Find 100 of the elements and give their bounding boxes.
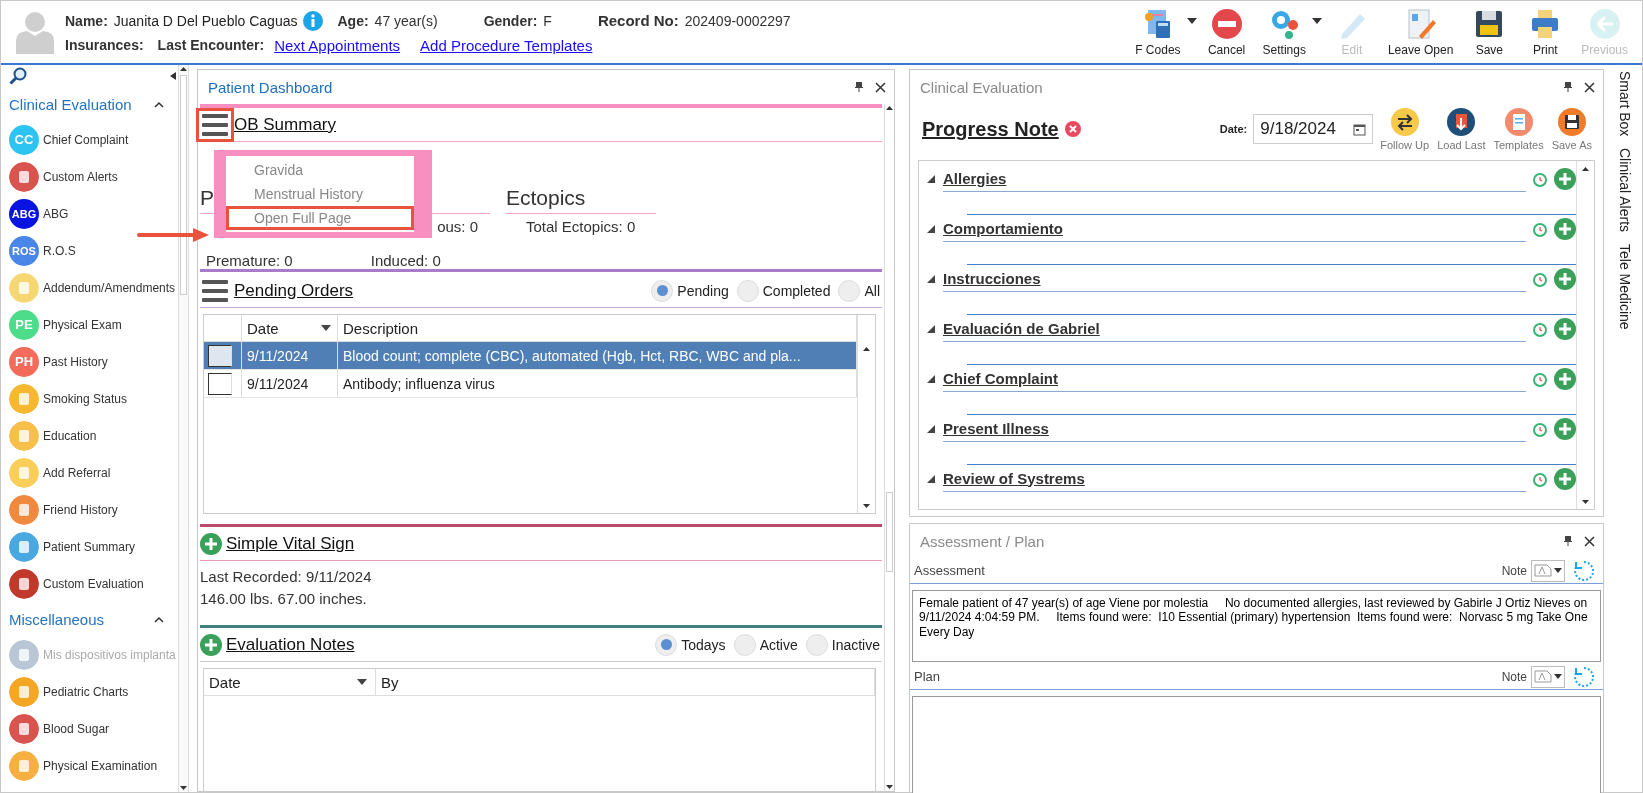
expand-triangle-icon[interactable] [927, 374, 935, 383]
section-title[interactable]: Evaluación de Gabriel [943, 315, 1526, 342]
radio-option[interactable]: Inactive [803, 633, 882, 656]
alarm-clock-icon[interactable] [1532, 470, 1548, 487]
action-button[interactable]: Templates [1490, 107, 1547, 151]
add-icon[interactable] [1554, 267, 1576, 290]
pin-icon[interactable] [1564, 82, 1572, 92]
scroll-thumb[interactable] [886, 492, 893, 572]
side-tab[interactable]: Smart Box [1617, 71, 1633, 137]
sidebar-item[interactable]: Addendum/Amendments [9, 269, 178, 306]
menu-icon[interactable] [200, 277, 230, 304]
section-title[interactable]: Present Illness [943, 415, 1526, 442]
sidebar-item[interactable]: Blood Sugar [9, 710, 178, 747]
action-button[interactable]: Follow Up [1377, 107, 1433, 151]
search-icon[interactable] [9, 67, 27, 85]
sidebar-item[interactable]: CC Chief Complaint [9, 121, 178, 158]
sidebar-item[interactable]: Education [9, 417, 178, 454]
sidebar-item[interactable]: PE Physical Exam [9, 306, 178, 343]
pin-icon[interactable] [855, 82, 863, 92]
sidebar-item[interactable]: Friend History [9, 491, 178, 528]
scroll-up-icon[interactable] [179, 65, 188, 74]
sidebar-item[interactable]: Pediatric Charts [9, 673, 178, 710]
scroll-down-icon[interactable] [885, 782, 894, 791]
action-button[interactable]: Load Last [1434, 107, 1489, 151]
expand-triangle-icon[interactable] [927, 474, 935, 483]
toolbar-button[interactable]: Leave Open [1381, 7, 1460, 57]
chevron-icon[interactable] [154, 100, 164, 108]
text-area[interactable]: Female patient of 47 year(s) of age Viene por molestia No documented allergies, last reviewed by Gabirle J Ortiz Nieves on 9/11/2024 4:04:59 PM. Items found were: I10 Essential (primary) hypertension Items found were: Norvasc 5 mg Take One Every Day [912, 590, 1601, 662]
radio-icon[interactable] [733, 633, 756, 656]
alarm-clock-icon[interactable] [1532, 270, 1548, 287]
scroll-down-icon[interactable] [862, 501, 871, 510]
add-icon[interactable] [200, 633, 222, 656]
date-field[interactable]: 9/18/2024 [1253, 114, 1374, 144]
column-header[interactable]: By [376, 669, 875, 695]
menu-item[interactable]: Gravida [226, 158, 414, 182]
column-header[interactable]: Date [242, 315, 338, 341]
refresh-icon[interactable] [1573, 665, 1595, 688]
sidebar-item[interactable]: ROS R.O.S [9, 232, 178, 269]
section-title[interactable]: Comportamiento [943, 215, 1526, 242]
radio-option[interactable]: Completed [734, 279, 833, 302]
radio-option[interactable]: Todays [653, 633, 728, 656]
sidebar-item[interactable]: Patient Summary [9, 528, 178, 565]
close-icon[interactable] [1584, 81, 1595, 93]
toolbar-button[interactable]: Print [1519, 7, 1572, 57]
radio-icon[interactable] [805, 633, 828, 656]
alarm-clock-icon[interactable] [1532, 170, 1548, 187]
expand-triangle-icon[interactable] [927, 224, 935, 233]
radio-icon[interactable] [838, 279, 861, 302]
add-icon[interactable] [200, 532, 222, 555]
add-icon[interactable] [1554, 167, 1576, 190]
scroll-up-icon[interactable] [885, 104, 894, 113]
table-row[interactable]: 9/11/2024 Antibody; influenza virus [204, 370, 857, 398]
column-header[interactable]: Description [338, 315, 857, 341]
radio-icon[interactable] [655, 633, 678, 656]
refresh-icon[interactable] [1573, 559, 1595, 582]
radio-option[interactable]: Pending [649, 279, 731, 302]
add-icon[interactable] [1554, 467, 1576, 490]
toolbar-button[interactable]: Save [1463, 7, 1516, 57]
expand-triangle-icon[interactable] [927, 174, 935, 183]
section-title[interactable]: Allergies [943, 165, 1526, 192]
toolbar-button[interactable]: F Codes [1129, 7, 1187, 57]
sort-caret-icon[interactable] [321, 325, 331, 331]
column-header[interactable]: Date [204, 669, 376, 695]
side-tab[interactable]: Clinical Alerts [1617, 148, 1633, 233]
sidebar-item[interactable]: Add Referral [9, 454, 178, 491]
add-icon[interactable] [1554, 417, 1576, 440]
header-link[interactable]: Add Procedure Templates [420, 36, 593, 54]
side-tab[interactable]: Tele Medicine [1617, 244, 1633, 330]
scroll-up-icon[interactable] [1581, 165, 1590, 174]
section-title[interactable]: Review of Systrems [943, 465, 1526, 492]
toolbar-button[interactable]: Settings [1256, 7, 1312, 57]
scroll-down-icon[interactable] [1581, 497, 1590, 506]
sidebar-item[interactable]: PH Past History [9, 343, 178, 380]
radio-option[interactable]: All [836, 279, 882, 302]
sort-caret-icon[interactable] [357, 679, 367, 685]
sidebar-item[interactable]: Physical Examination [9, 747, 178, 784]
radio-icon[interactable] [736, 279, 759, 302]
add-icon[interactable] [1554, 317, 1576, 340]
sidebar-item[interactable]: Custom Evaluation [9, 565, 178, 602]
alarm-clock-icon[interactable] [1532, 420, 1548, 437]
toolbar-button[interactable]: Cancel [1200, 7, 1253, 57]
radio-icon[interactable] [651, 279, 674, 302]
row-checkbox[interactable] [208, 344, 232, 367]
alarm-clock-icon[interactable] [1532, 220, 1548, 237]
alarm-clock-icon[interactable] [1532, 320, 1548, 337]
scroll-thumb[interactable] [180, 75, 187, 295]
sidebar-item[interactable]: Smoking Status [9, 380, 178, 417]
expand-triangle-icon[interactable] [927, 424, 935, 433]
caret-icon[interactable] [1186, 18, 1197, 24]
calendar-icon[interactable] [1353, 122, 1367, 136]
format-dropdown[interactable] [1531, 559, 1565, 582]
close-icon[interactable] [875, 81, 886, 93]
caret-icon[interactable] [1311, 18, 1322, 24]
alarm-clock-icon[interactable] [1532, 370, 1548, 387]
collapse-icon[interactable] [170, 72, 176, 80]
radio-option[interactable]: Active [731, 633, 800, 656]
sidebar-item[interactable]: ABG ABG [9, 195, 178, 232]
section-title[interactable]: Instrucciones [943, 265, 1526, 292]
action-button[interactable]: Save As [1548, 107, 1595, 151]
close-icon[interactable] [1584, 535, 1595, 547]
